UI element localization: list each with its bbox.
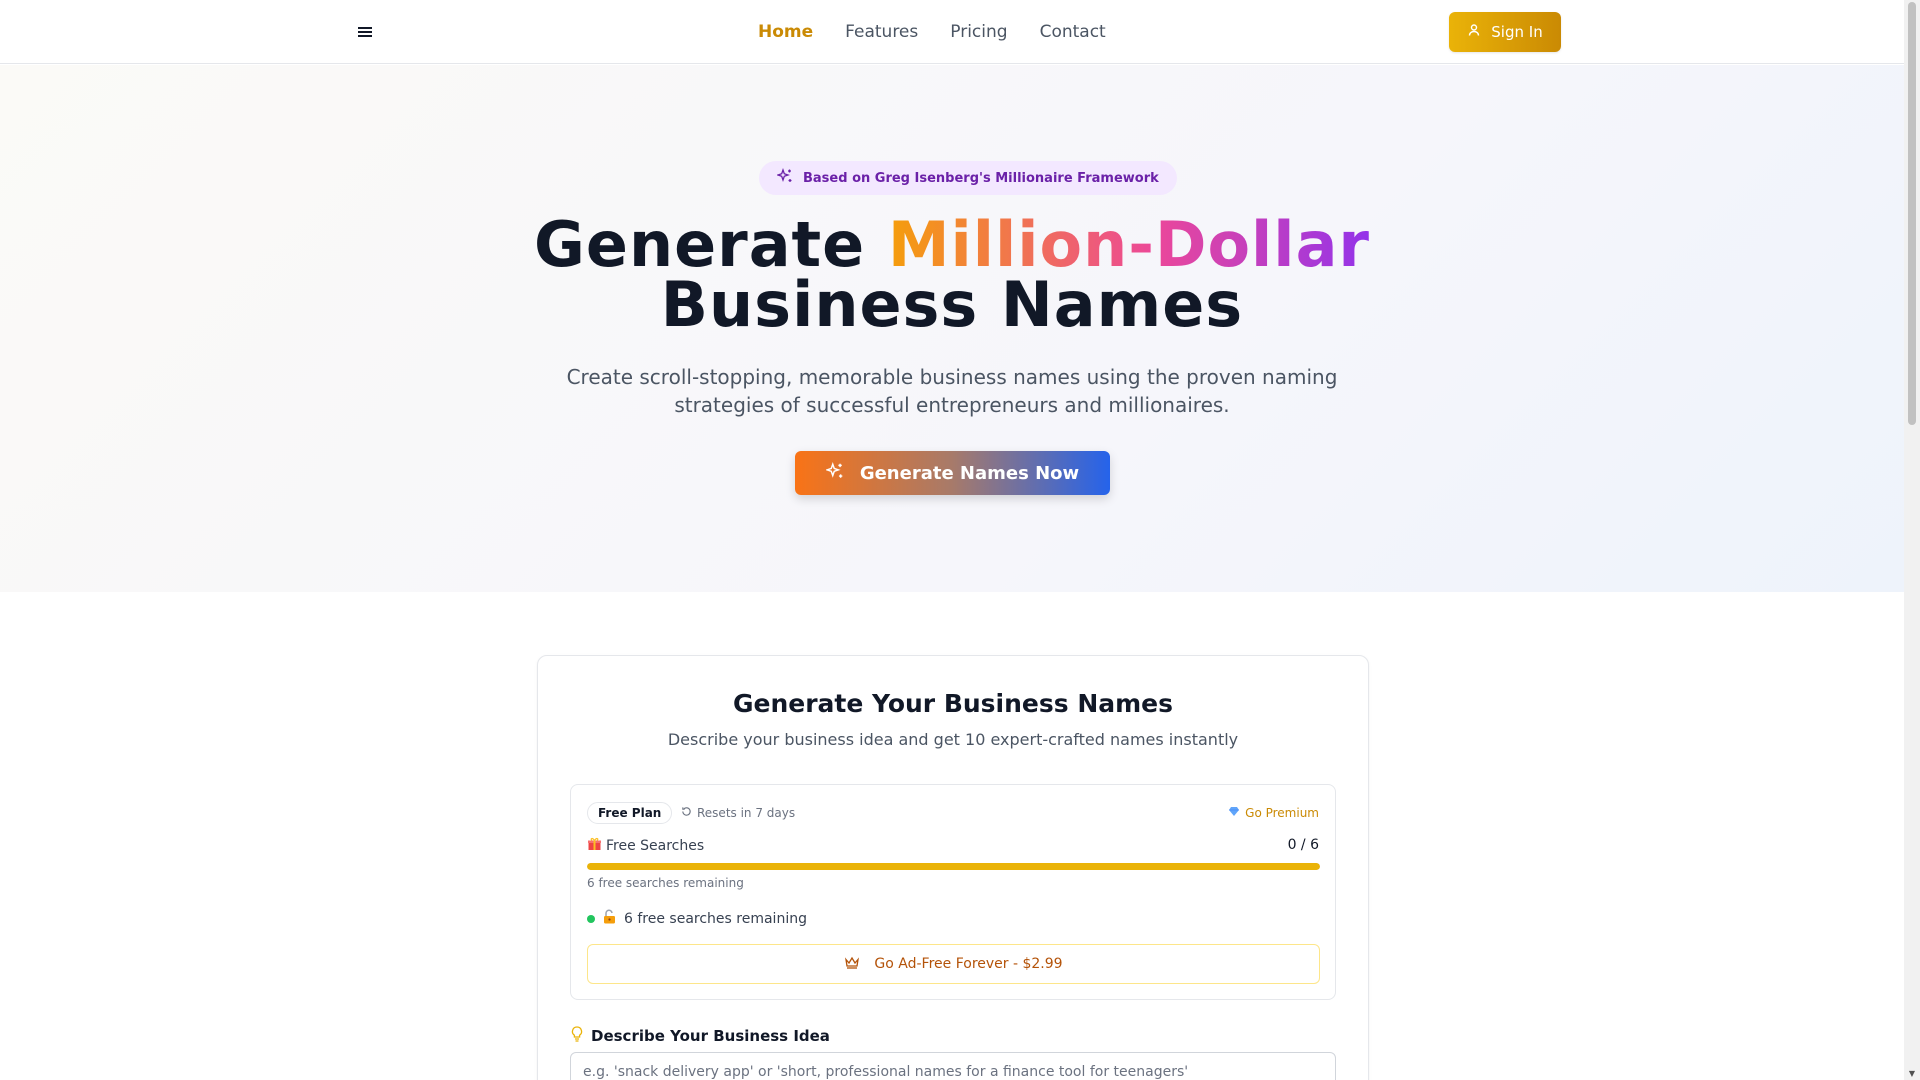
resets-info: Resets in 7 days (681, 802, 795, 824)
hero-section: Based on Greg Isenberg's Millionaire Fra… (0, 65, 1904, 592)
crown-icon (844, 956, 860, 973)
free-searches-text: Free Searches (606, 838, 705, 854)
go-ad-free-button[interactable]: Go Ad-Free Forever - $2.99 (587, 944, 1320, 984)
usage-progress-bar (587, 863, 1320, 870)
unlock-icon (603, 909, 616, 928)
nav-link-home[interactable]: Home (758, 22, 813, 42)
refresh-icon (681, 806, 692, 820)
top-navbar: Home Features Pricing Contact Sign In (0, 0, 1904, 64)
sign-in-label: Sign In (1491, 23, 1543, 41)
nav-link-contact[interactable]: Contact (1040, 22, 1106, 42)
generator-subtitle: Describe your business idea and get 10 e… (667, 730, 1239, 749)
go-premium-link[interactable]: Go Premium (1228, 802, 1319, 824)
lightbulb-icon (571, 1026, 583, 1046)
idea-label-text: Describe Your Business Idea (591, 1027, 830, 1045)
menu-icon[interactable] (355, 22, 375, 42)
scroll-down-icon[interactable]: ▼ (1904, 1066, 1920, 1080)
status-dot (587, 914, 595, 923)
sparkles-icon (776, 168, 793, 188)
plan-badge: Free Plan (587, 802, 673, 824)
gem-icon (1228, 806, 1240, 820)
go-premium-label: Go Premium (1245, 806, 1319, 820)
main-nav: Home Features Pricing Contact (758, 0, 1106, 64)
hero-subtitle: Create scroll-stopping, memorable busine… (566, 365, 1338, 417)
sparkles-icon (824, 461, 844, 485)
free-searches-count: 0 / 6 (1287, 837, 1319, 853)
idea-label: Describe Your Business Idea (571, 1026, 830, 1046)
gift-icon (587, 837, 602, 855)
user-icon (1467, 23, 1481, 41)
nav-link-features[interactable]: Features (845, 22, 918, 42)
framework-badge: Based on Greg Isenberg's Millionaire Fra… (759, 161, 1177, 195)
scrollbar-thumb[interactable] (1908, 2, 1916, 425)
nav-link-pricing[interactable]: Pricing (950, 22, 1007, 42)
resets-text: Resets in 7 days (697, 806, 796, 820)
cta-label: Generate Names Now (859, 462, 1080, 484)
page-scrollbar[interactable]: ▲ ▼ (1904, 0, 1920, 1080)
hero-title-part2: Business Names (660, 268, 1244, 341)
status-row: 6 free searches remaining (587, 909, 807, 928)
generator-title: Generate Your Business Names (732, 689, 1174, 718)
generate-names-button[interactable]: Generate Names Now (795, 451, 1110, 495)
plan-usage-box: Free Plan Resets in 7 days Go Premium Fr… (570, 784, 1336, 1000)
generator-card: Generate Your Business Names Describe yo… (537, 655, 1369, 1080)
hero-title: Generate Million-Dollar Business Names (0, 214, 1904, 336)
usage-progress-fill (587, 863, 1320, 870)
badge-text: Based on Greg Isenberg's Millionaire Fra… (803, 170, 1159, 186)
business-idea-input[interactable] (570, 1052, 1336, 1080)
free-searches-label: Free Searches (587, 837, 704, 855)
remaining-caption: 6 free searches remaining (587, 876, 744, 890)
status-text: 6 free searches remaining (624, 910, 807, 927)
sign-in-button[interactable]: Sign In (1449, 12, 1561, 52)
go-ad-free-label: Go Ad-Free Forever - $2.99 (874, 956, 1063, 972)
